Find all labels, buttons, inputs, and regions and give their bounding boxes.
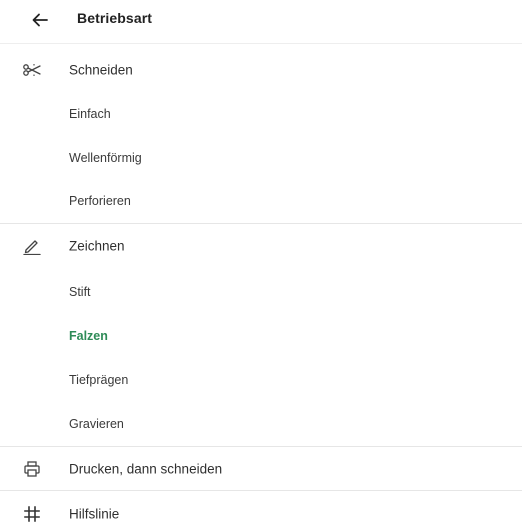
section-draw-label: Zeichnen (69, 238, 125, 254)
option-label: Perforieren (69, 194, 131, 208)
option-gravieren[interactable]: Gravieren (0, 402, 522, 446)
hash-grid-icon (22, 504, 42, 524)
option-stift[interactable]: Stift (0, 270, 522, 314)
section-print-label: Drucken, dann schneiden (69, 461, 223, 477)
printer-icon (22, 459, 42, 479)
header: Betriebsart (0, 0, 522, 44)
section-cut-label: Schneiden (69, 62, 133, 78)
option-perforieren[interactable]: Perforieren (0, 179, 522, 223)
option-falzen[interactable]: Falzen (0, 314, 522, 358)
option-label: Gravieren (69, 417, 124, 431)
page-title: Betriebsart (77, 10, 153, 26)
scissors-icon (22, 60, 42, 80)
option-tiefpraegen[interactable]: Tiefprägen (0, 358, 522, 402)
option-label-selected: Falzen (69, 329, 108, 343)
section-print-then-cut[interactable]: Drucken, dann schneiden (0, 447, 522, 491)
back-button[interactable] (26, 6, 54, 34)
section-cut[interactable]: Schneiden (0, 48, 522, 92)
option-einfach[interactable]: Einfach (0, 92, 522, 136)
pencil-icon (22, 236, 42, 256)
mode-screen: Betriebsart Schneiden Einfach Wellenförm… (0, 0, 522, 528)
option-wellenfoermig[interactable]: Wellenförmig (0, 136, 522, 180)
option-label: Tiefprägen (69, 373, 129, 387)
section-guide[interactable]: Hilfslinie (0, 492, 522, 528)
arrow-left-icon (32, 13, 48, 27)
section-guide-label: Hilfslinie (69, 506, 120, 522)
option-label: Einfach (69, 107, 111, 121)
option-label: Wellenförmig (69, 151, 142, 165)
section-draw[interactable]: Zeichnen (0, 224, 522, 268)
option-label: Stift (69, 285, 91, 299)
divider (0, 490, 522, 491)
